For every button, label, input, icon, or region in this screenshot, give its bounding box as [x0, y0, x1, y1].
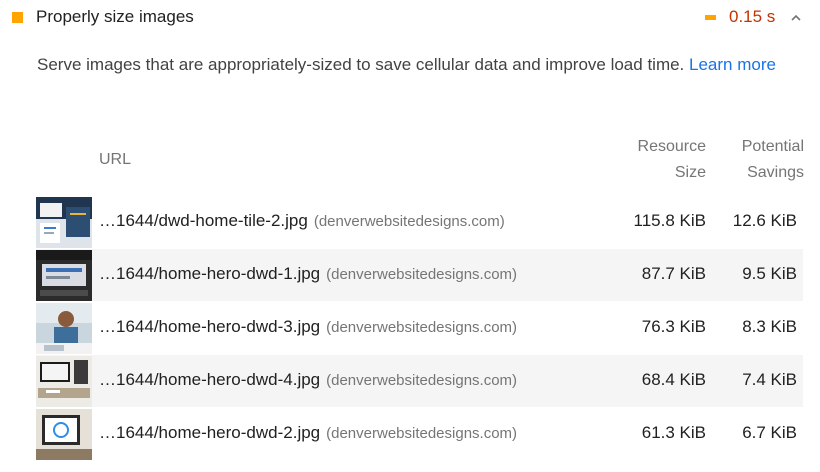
resource-url[interactable]: …1644/home-hero-dwd-1.jpg — [99, 264, 320, 283]
resource-url[interactable]: …1644/home-hero-dwd-2.jpg — [99, 423, 320, 442]
average-status-square-icon — [12, 12, 23, 23]
resource-url-cell[interactable]: …1644/dwd-home-tile-2.jpg (denverwebsited… — [99, 211, 505, 231]
column-header-potential-line-2: Savings — [747, 164, 804, 181]
image-thumbnail — [36, 409, 92, 460]
potential-savings: 12.6 KiB — [732, 211, 797, 230]
resource-domain: (denverwebsitedesigns.com) — [326, 372, 518, 389]
image-thumbnail — [36, 197, 92, 248]
potential-savings: 9.5 KiB — [742, 264, 797, 283]
table-row: …1644/home-hero-dwd-3.jpg (denverwebsited… — [36, 302, 803, 354]
savings-value: 0.15 s — [729, 7, 776, 26]
audit-title: Properly size images — [36, 7, 194, 26]
description-text: Serve images that are appropriately-size… — [37, 55, 685, 74]
potential-savings: 7.4 KiB — [742, 370, 797, 389]
column-header-resource-size: Resource Size — [600, 134, 706, 186]
column-header-resource-line-2: Size — [674, 164, 706, 181]
resource-url-cell[interactable]: …1644/home-hero-dwd-3.jpg (denverwebsited… — [99, 317, 517, 337]
resource-url-cell[interactable]: …1644/home-hero-dwd-4.jpg (denverwebsited… — [99, 370, 517, 390]
image-thumbnail — [36, 303, 92, 354]
potential-savings: 6.7 KiB — [742, 423, 797, 442]
resource-url[interactable]: …1644/home-hero-dwd-4.jpg — [99, 370, 320, 389]
table-row: …1644/home-hero-dwd-1.jpg (denverwebsited… — [36, 249, 803, 301]
column-header-url: URL — [99, 151, 132, 168]
resource-domain: (denverwebsitedesigns.com) — [326, 425, 518, 442]
table-row: …1644/dwd-home-tile-2.jpg (denverwebsited… — [36, 196, 803, 248]
resource-size: 61.3 KiB — [641, 423, 706, 442]
audit-description: Serve images that are appropriately-size… — [37, 51, 797, 78]
savings-indicator-icon — [705, 15, 716, 20]
column-header-resource-line-1: Resource — [637, 138, 706, 155]
resource-size: 76.3 KiB — [641, 317, 706, 336]
resource-url[interactable]: …1644/dwd-home-tile-2.jpg — [99, 211, 308, 230]
resource-url-cell[interactable]: …1644/home-hero-dwd-2.jpg (denverwebsited… — [99, 423, 517, 443]
audit-header[interactable]: Properly size images 0.15 s — [0, 0, 820, 36]
resource-url[interactable]: …1644/home-hero-dwd-3.jpg — [99, 317, 320, 336]
table-row: …1644/home-hero-dwd-4.jpg (denverwebsited… — [36, 355, 803, 407]
resource-size: 115.8 KiB — [633, 211, 706, 230]
column-header-potential-line-1: Potential — [741, 138, 804, 155]
resource-size: 68.4 KiB — [641, 370, 706, 389]
image-thumbnail — [36, 250, 92, 301]
resource-domain: (denverwebsitedesigns.com) — [313, 213, 505, 230]
resource-domain: (denverwebsitedesigns.com) — [326, 319, 518, 336]
column-header-potential-savings: Potential Savings — [716, 134, 804, 186]
image-thumbnail — [36, 356, 92, 407]
table-row: …1644/home-hero-dwd-2.jpg (denverwebsited… — [36, 408, 803, 460]
potential-savings: 8.3 KiB — [742, 317, 797, 336]
chevron-up-icon[interactable] — [790, 11, 802, 23]
resource-domain: (denverwebsitedesigns.com) — [326, 266, 518, 283]
resource-size: 87.7 KiB — [641, 264, 706, 283]
resource-url-cell[interactable]: …1644/home-hero-dwd-1.jpg (denverwebsited… — [99, 264, 517, 284]
learn-more-link[interactable]: Learn more — [689, 55, 776, 74]
